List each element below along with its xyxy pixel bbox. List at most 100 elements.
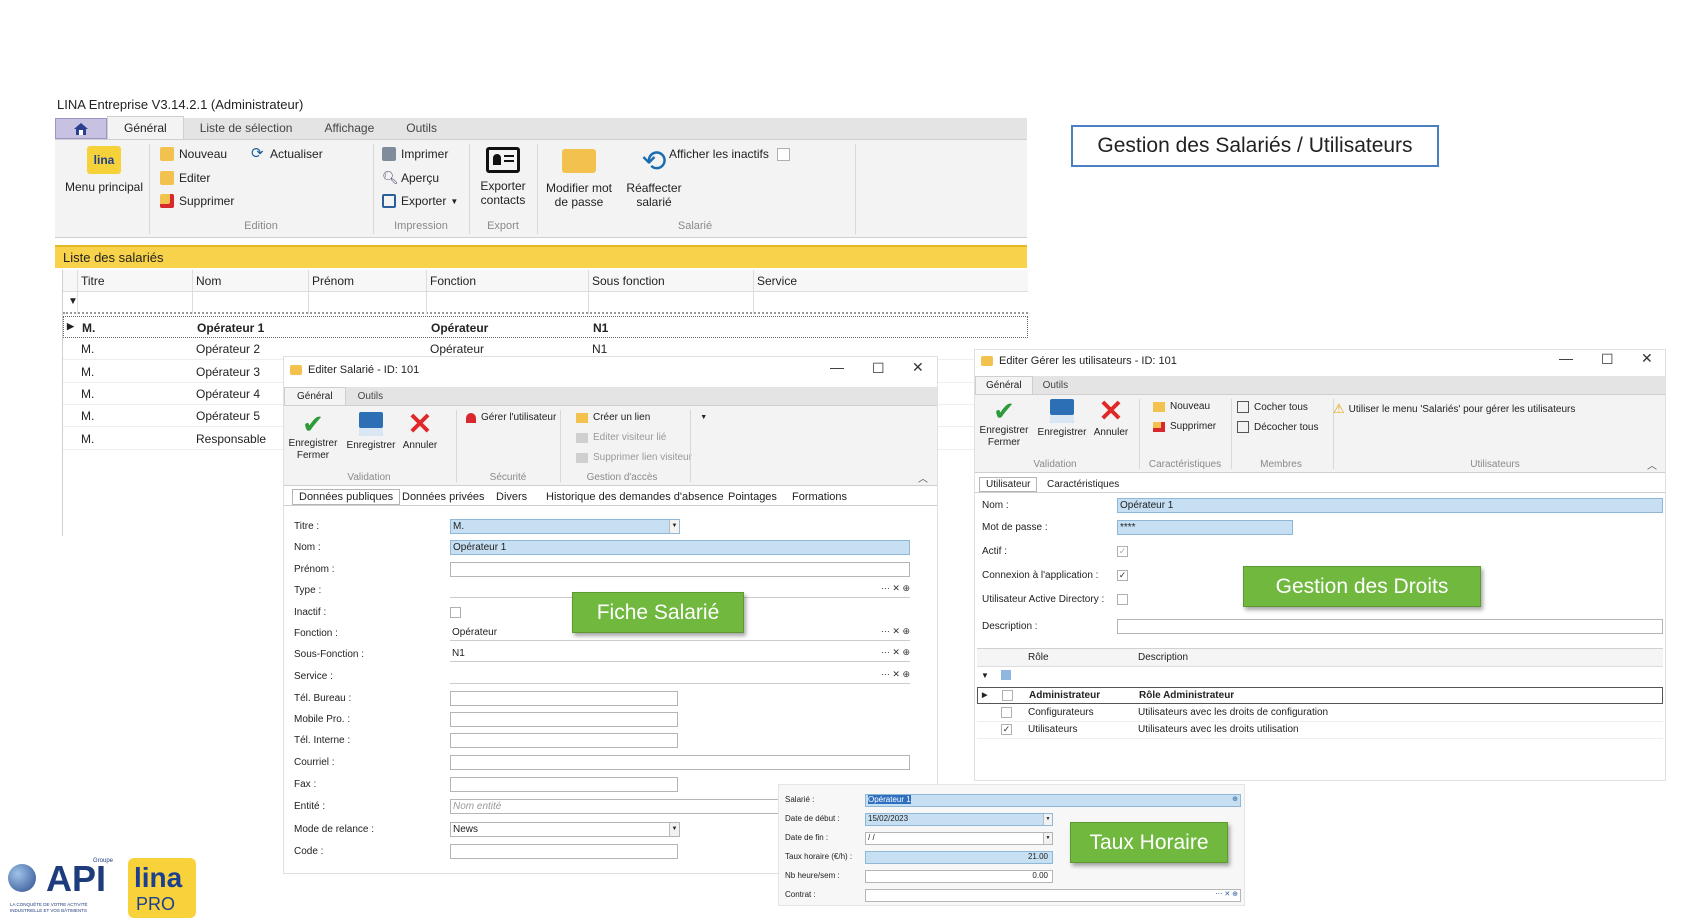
imprimer-button[interactable]: Imprimer [382,147,448,161]
creer-lien-dropdown[interactable]: Créer un lien ▼ [576,412,707,423]
tab-general[interactable]: Général [975,376,1033,394]
user-name-field[interactable]: Opérateur 1 [1117,498,1663,513]
form-field[interactable]: M. ▼ [450,519,680,534]
taux-field[interactable]: 0.00 [865,870,1053,883]
role-col-header[interactable]: Rôle [1028,652,1049,663]
column-header[interactable]: Nom [196,274,221,288]
subtab-utilisateur[interactable]: Utilisateur [979,477,1038,492]
tab-affichage[interactable]: Affichage [308,117,390,139]
cocher-tous-button[interactable]: Cocher tous [1237,401,1308,413]
nouveau-button[interactable]: Nouveau [160,147,227,161]
editer-visiteur-button[interactable]: Editer visiteur lié [576,432,666,443]
enregistrer-fermer-button[interactable]: ✔ Enregistrer Fermer [977,397,1031,449]
modifier-mot-de-passe-button[interactable]: Modifier mot de passe [541,149,617,209]
description-col-header[interactable]: Description [1138,652,1188,663]
form-field[interactable]: News ▼ [450,822,680,837]
maximize-button[interactable]: ☐ [1601,351,1614,368]
active-directory-checkbox[interactable] [1117,594,1128,605]
annuler-button[interactable]: ✕ Annuler [1089,397,1133,439]
collapse-ribbon-icon[interactable]: ︿ [1647,457,1657,472]
field-action-icons[interactable]: ⊕ [1232,795,1238,803]
exporter-dropdown[interactable]: Exporter ▼ [382,194,458,208]
role-row[interactable]: Configurateurs Utilisateurs avec les droi… [977,705,1663,722]
menu-principal-button[interactable]: lina Menu principal [61,146,147,194]
column-header[interactable]: Prénom [312,274,354,288]
taux-field[interactable]: 15/02/2023 ▼ [865,813,1053,826]
minimize-button[interactable]: — [830,359,844,375]
apercu-button[interactable]: 🔍︎ Aperçu [382,171,439,186]
taux-field[interactable]: Opérateur 1 ⊕ [865,794,1241,807]
close-button[interactable]: ✕ [1641,350,1653,367]
field-action-icons[interactable]: ⋯ ✕ ⊕ [881,626,910,637]
collapse-ribbon-icon[interactable]: ︿ [918,470,928,485]
minimize-button[interactable]: — [1559,350,1573,366]
grid-filter-row[interactable] [63,292,1028,314]
role-row[interactable]: ✓ Utilisateurs Utilisateurs avec les droit… [977,722,1663,739]
actif-checkbox[interactable]: ✓ [1117,546,1128,557]
tab-outils[interactable]: Outils [346,388,396,405]
close-button[interactable]: ✕ [912,359,924,376]
nouveau-button[interactable]: Nouveau [1153,401,1210,412]
role-checkbox[interactable] [1002,690,1013,701]
connexion-checkbox[interactable]: ✓ [1117,570,1128,581]
role-row[interactable]: ▶ Administrateur Rôle Administrateur [977,687,1663,704]
subtab-divers[interactable]: Divers [496,491,527,503]
form-field[interactable] [450,691,678,706]
column-header[interactable]: Titre [81,274,105,288]
supprimer-button[interactable]: Supprimer [160,194,234,208]
actualiser-button[interactable]: ⟳ Actualiser [251,146,323,161]
maximize-button[interactable]: ☐ [872,360,885,377]
gerer-utilisateur-button[interactable]: Gérer l'utilisateur [466,412,556,423]
form-field[interactable]: Opérateur 1 [450,540,910,555]
enregistrer-button[interactable]: Enregistrer [1035,397,1089,439]
taux-field[interactable]: ⋯ ✕ ⊕ [865,889,1241,902]
subtab-caracteristiques[interactable]: Caractéristiques [1047,479,1119,490]
role-checkbox[interactable]: ✓ [1001,724,1012,735]
form-field[interactable] [450,755,910,770]
subtab-historique[interactable]: Historique des demandes d'absence [546,491,724,503]
subtab-formations[interactable]: Formations [792,491,847,503]
field-action-icons[interactable]: ⋯ ✕ ⊕ [881,583,910,594]
supprimer-lien-button[interactable]: Supprimer lien visiteur [576,452,692,463]
form-field[interactable] [450,562,910,577]
password-field[interactable]: **** [1117,520,1293,535]
tab-outils[interactable]: Outils [390,117,453,139]
decocher-tous-button[interactable]: Décocher tous [1237,421,1318,433]
tab-liste-selection[interactable]: Liste de sélection [184,117,309,139]
chevron-down-icon[interactable]: ▼ [1043,814,1052,825]
form-field[interactable] [450,712,678,727]
chevron-down-icon[interactable]: ▼ [669,823,679,836]
form-field[interactable] [450,844,678,859]
form-field[interactable]: N1 ⋯ ✕ ⊕ [450,647,910,662]
chevron-down-icon[interactable]: ▼ [1043,833,1052,844]
afficher-inactifs-toggle[interactable]: Afficher les inactifs [669,147,790,161]
description-field[interactable] [1117,619,1663,634]
home-tab[interactable] [55,118,107,139]
field-action-icons[interactable]: ⋯ ✕ ⊕ [881,647,910,658]
taux-field[interactable]: 21.00 [865,851,1053,864]
table-row[interactable]: ▶ M. Opérateur 1 Opérateur N1 [63,316,1028,338]
subtab-pointages[interactable]: Pointages [728,491,777,503]
inactif-checkbox[interactable] [450,607,461,618]
subtab-donnees-publiques[interactable]: Données publiques [292,489,401,505]
enregistrer-fermer-button[interactable]: ✔ Enregistrer Fermer [286,410,340,462]
field-action-icons[interactable]: ⋯ ✕ ⊕ [1215,890,1238,898]
supprimer-button[interactable]: Supprimer [1153,421,1216,432]
form-field[interactable] [450,733,678,748]
afficher-inactifs-checkbox[interactable] [776,147,790,161]
subtab-donnees-privees[interactable]: Données privées [402,491,485,503]
tab-general[interactable]: Général [284,387,346,405]
taux-field[interactable]: / / ▼ [865,832,1053,845]
column-header[interactable]: Fonction [430,274,476,288]
field-action-icons[interactable]: ⋯ ✕ ⊕ [881,669,910,680]
annuler-button[interactable]: ✕ Annuler [398,410,442,452]
exporter-contacts-button[interactable]: Exporter contacts [473,147,533,207]
column-header[interactable]: Service [757,274,797,288]
tab-general[interactable]: Général [107,116,184,139]
enregistrer-button[interactable]: Enregistrer [344,410,398,452]
role-checkbox[interactable] [1001,706,1012,718]
column-header[interactable]: Sous fonction [592,274,665,288]
form-field[interactable] [450,777,678,792]
form-field[interactable]: ⋯ ✕ ⊕ [450,669,910,684]
chevron-down-icon[interactable]: ▼ [669,520,679,533]
